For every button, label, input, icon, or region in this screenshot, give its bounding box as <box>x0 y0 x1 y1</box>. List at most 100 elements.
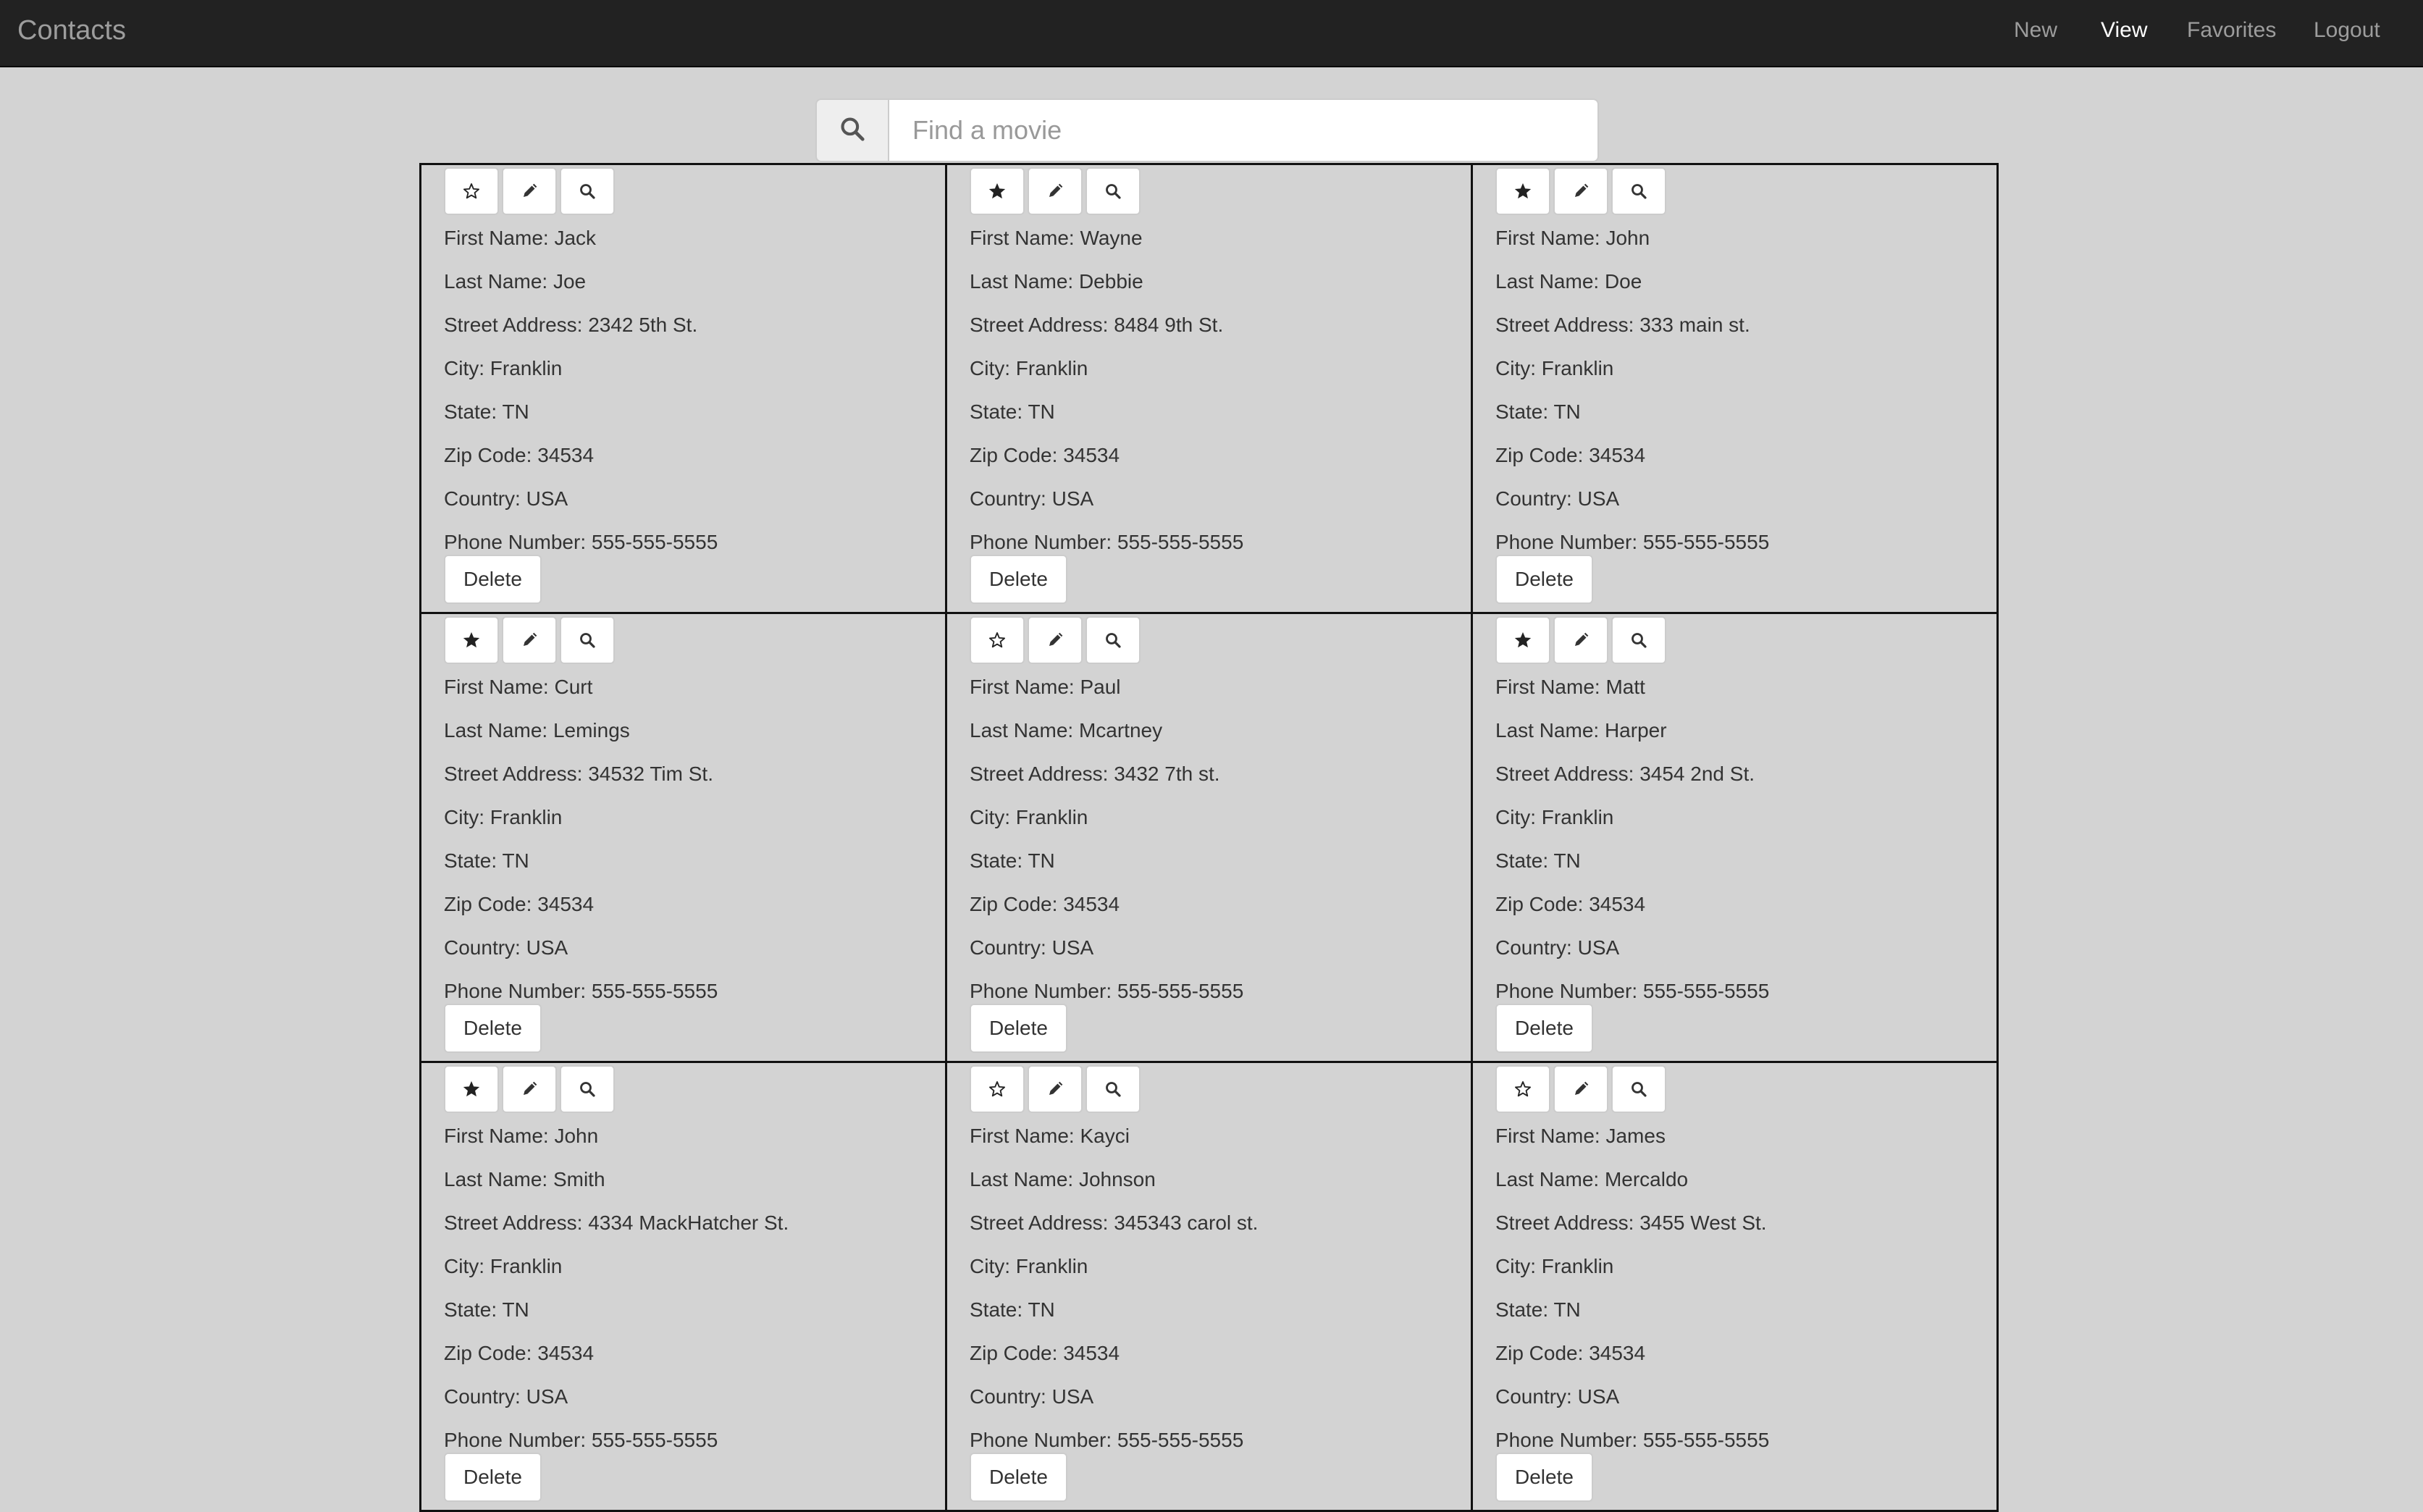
field-label: Country: <box>970 936 1046 959</box>
search-input[interactable] <box>888 98 1599 162</box>
field-first-name: First Name: John <box>444 1114 945 1158</box>
contact-card: First Name: Wayne Last Name: Debbie Stre… <box>945 163 1473 614</box>
favorite-button[interactable] <box>970 167 1025 215</box>
field-label: City: <box>1495 357 1536 379</box>
delete-button[interactable]: Delete <box>1495 1453 1593 1502</box>
field-value: 3455 West St. <box>1639 1211 1767 1234</box>
field-street-address: Street Address: 4334 MackHatcher St. <box>444 1201 945 1245</box>
nav-item-favorites[interactable]: Favorites <box>2187 18 2276 43</box>
delete-button[interactable]: Delete <box>970 1004 1067 1053</box>
delete-button[interactable]: Delete <box>970 555 1067 604</box>
field-first-name: First Name: Curt <box>444 665 945 709</box>
favorite-button[interactable] <box>970 616 1025 664</box>
edit-button[interactable] <box>1028 167 1083 215</box>
details-button[interactable] <box>1085 1065 1141 1113</box>
field-value: Debbie <box>1078 270 1143 293</box>
details-button[interactable] <box>560 616 615 664</box>
field-label: State: <box>970 849 1023 872</box>
edit-button[interactable] <box>502 1065 557 1113</box>
field-state: State: TN <box>1495 839 1996 883</box>
card-actions <box>444 167 945 215</box>
details-button[interactable] <box>560 1065 615 1113</box>
field-value: 34534 <box>1063 444 1120 466</box>
field-label: Zip Code: <box>970 1342 1058 1364</box>
field-value: Franklin <box>1541 806 1614 828</box>
field-value: 8484 9th St. <box>1114 314 1224 336</box>
favorite-button[interactable] <box>1495 167 1550 215</box>
delete-button[interactable]: Delete <box>1495 555 1593 604</box>
details-button[interactable] <box>560 167 615 215</box>
field-label: State: <box>444 400 497 423</box>
edit-button[interactable] <box>1553 1065 1608 1113</box>
field-value: TN <box>1028 1298 1055 1321</box>
star-filled-icon <box>1513 631 1532 650</box>
nav-item-logout[interactable]: Logout <box>2314 18 2380 43</box>
field-label: Street Address: <box>1495 1211 1634 1234</box>
field-label: Street Address: <box>1495 763 1634 785</box>
field-value: TN <box>1028 400 1055 423</box>
delete-button[interactable]: Delete <box>970 1453 1067 1502</box>
favorite-button[interactable] <box>444 167 499 215</box>
field-label: Phone Number: <box>444 531 587 553</box>
favorite-button[interactable] <box>444 1065 499 1113</box>
nav-item-view[interactable]: View <box>2101 18 2147 43</box>
field-value: 34534 <box>1063 1342 1120 1364</box>
details-button[interactable] <box>1085 167 1141 215</box>
delete-button[interactable]: Delete <box>444 555 542 604</box>
delete-button[interactable]: Delete <box>444 1004 542 1053</box>
edit-button[interactable] <box>1028 616 1083 664</box>
edit-button[interactable] <box>1553 616 1608 664</box>
field-label: Phone Number: <box>1495 531 1638 553</box>
field-label: Last Name: <box>1495 270 1600 293</box>
field-label: First Name: <box>970 676 1075 698</box>
favorite-button[interactable] <box>1495 1065 1550 1113</box>
field-label: Country: <box>444 1385 521 1408</box>
delete-button[interactable]: Delete <box>444 1453 542 1502</box>
field-label: Zip Code: <box>444 1342 532 1364</box>
field-value: USA <box>1051 487 1094 510</box>
field-city: City: Franklin <box>1495 1245 1996 1288</box>
edit-button[interactable] <box>502 167 557 215</box>
field-last-name: Last Name: Lemings <box>444 709 945 752</box>
field-label: State: <box>1495 400 1549 423</box>
field-city: City: Franklin <box>1495 347 1996 390</box>
field-label: Street Address: <box>444 314 583 336</box>
delete-button[interactable]: Delete <box>1495 1004 1593 1053</box>
contact-card: First Name: James Last Name: Mercaldo St… <box>1471 1061 1999 1512</box>
field-label: Country: <box>1495 487 1572 510</box>
field-label: Street Address: <box>970 1211 1109 1234</box>
favorite-button[interactable] <box>1495 616 1550 664</box>
favorite-button[interactable] <box>444 616 499 664</box>
details-button[interactable] <box>1611 167 1666 215</box>
field-value: Franklin <box>490 357 563 379</box>
field-value: Franklin <box>1541 357 1614 379</box>
pencil-icon <box>1572 182 1590 200</box>
details-button[interactable] <box>1611 1065 1666 1113</box>
field-value: TN <box>1553 400 1581 423</box>
field-value: Franklin <box>490 1255 563 1277</box>
details-button[interactable] <box>1085 616 1141 664</box>
nav-item-new[interactable]: New <box>2014 18 2057 43</box>
field-state: State: TN <box>970 390 1471 434</box>
field-label: Country: <box>970 487 1046 510</box>
field-label: First Name: <box>1495 1125 1600 1147</box>
field-value: 34534 <box>1589 444 1646 466</box>
field-first-name: First Name: Paul <box>970 665 1471 709</box>
edit-button[interactable] <box>1028 1065 1083 1113</box>
field-value: 555-555-5555 <box>1642 1429 1770 1451</box>
field-last-name: Last Name: Smith <box>444 1158 945 1201</box>
favorite-button[interactable] <box>970 1065 1025 1113</box>
contact-fields: First Name: James Last Name: Mercaldo St… <box>1495 1114 1996 1462</box>
edit-button[interactable] <box>1553 167 1608 215</box>
navbar-brand[interactable]: Contacts <box>17 0 126 61</box>
edit-button[interactable] <box>502 616 557 664</box>
details-button[interactable] <box>1611 616 1666 664</box>
pencil-icon <box>521 1080 538 1098</box>
contact-fields: First Name: Wayne Last Name: Debbie Stre… <box>970 217 1471 564</box>
card-actions <box>1495 167 1996 215</box>
star-filled-icon <box>462 631 481 650</box>
field-label: Zip Code: <box>1495 893 1584 915</box>
field-value: Wayne <box>1080 227 1143 249</box>
pencil-icon <box>1046 1080 1064 1098</box>
field-label: City: <box>1495 806 1536 828</box>
